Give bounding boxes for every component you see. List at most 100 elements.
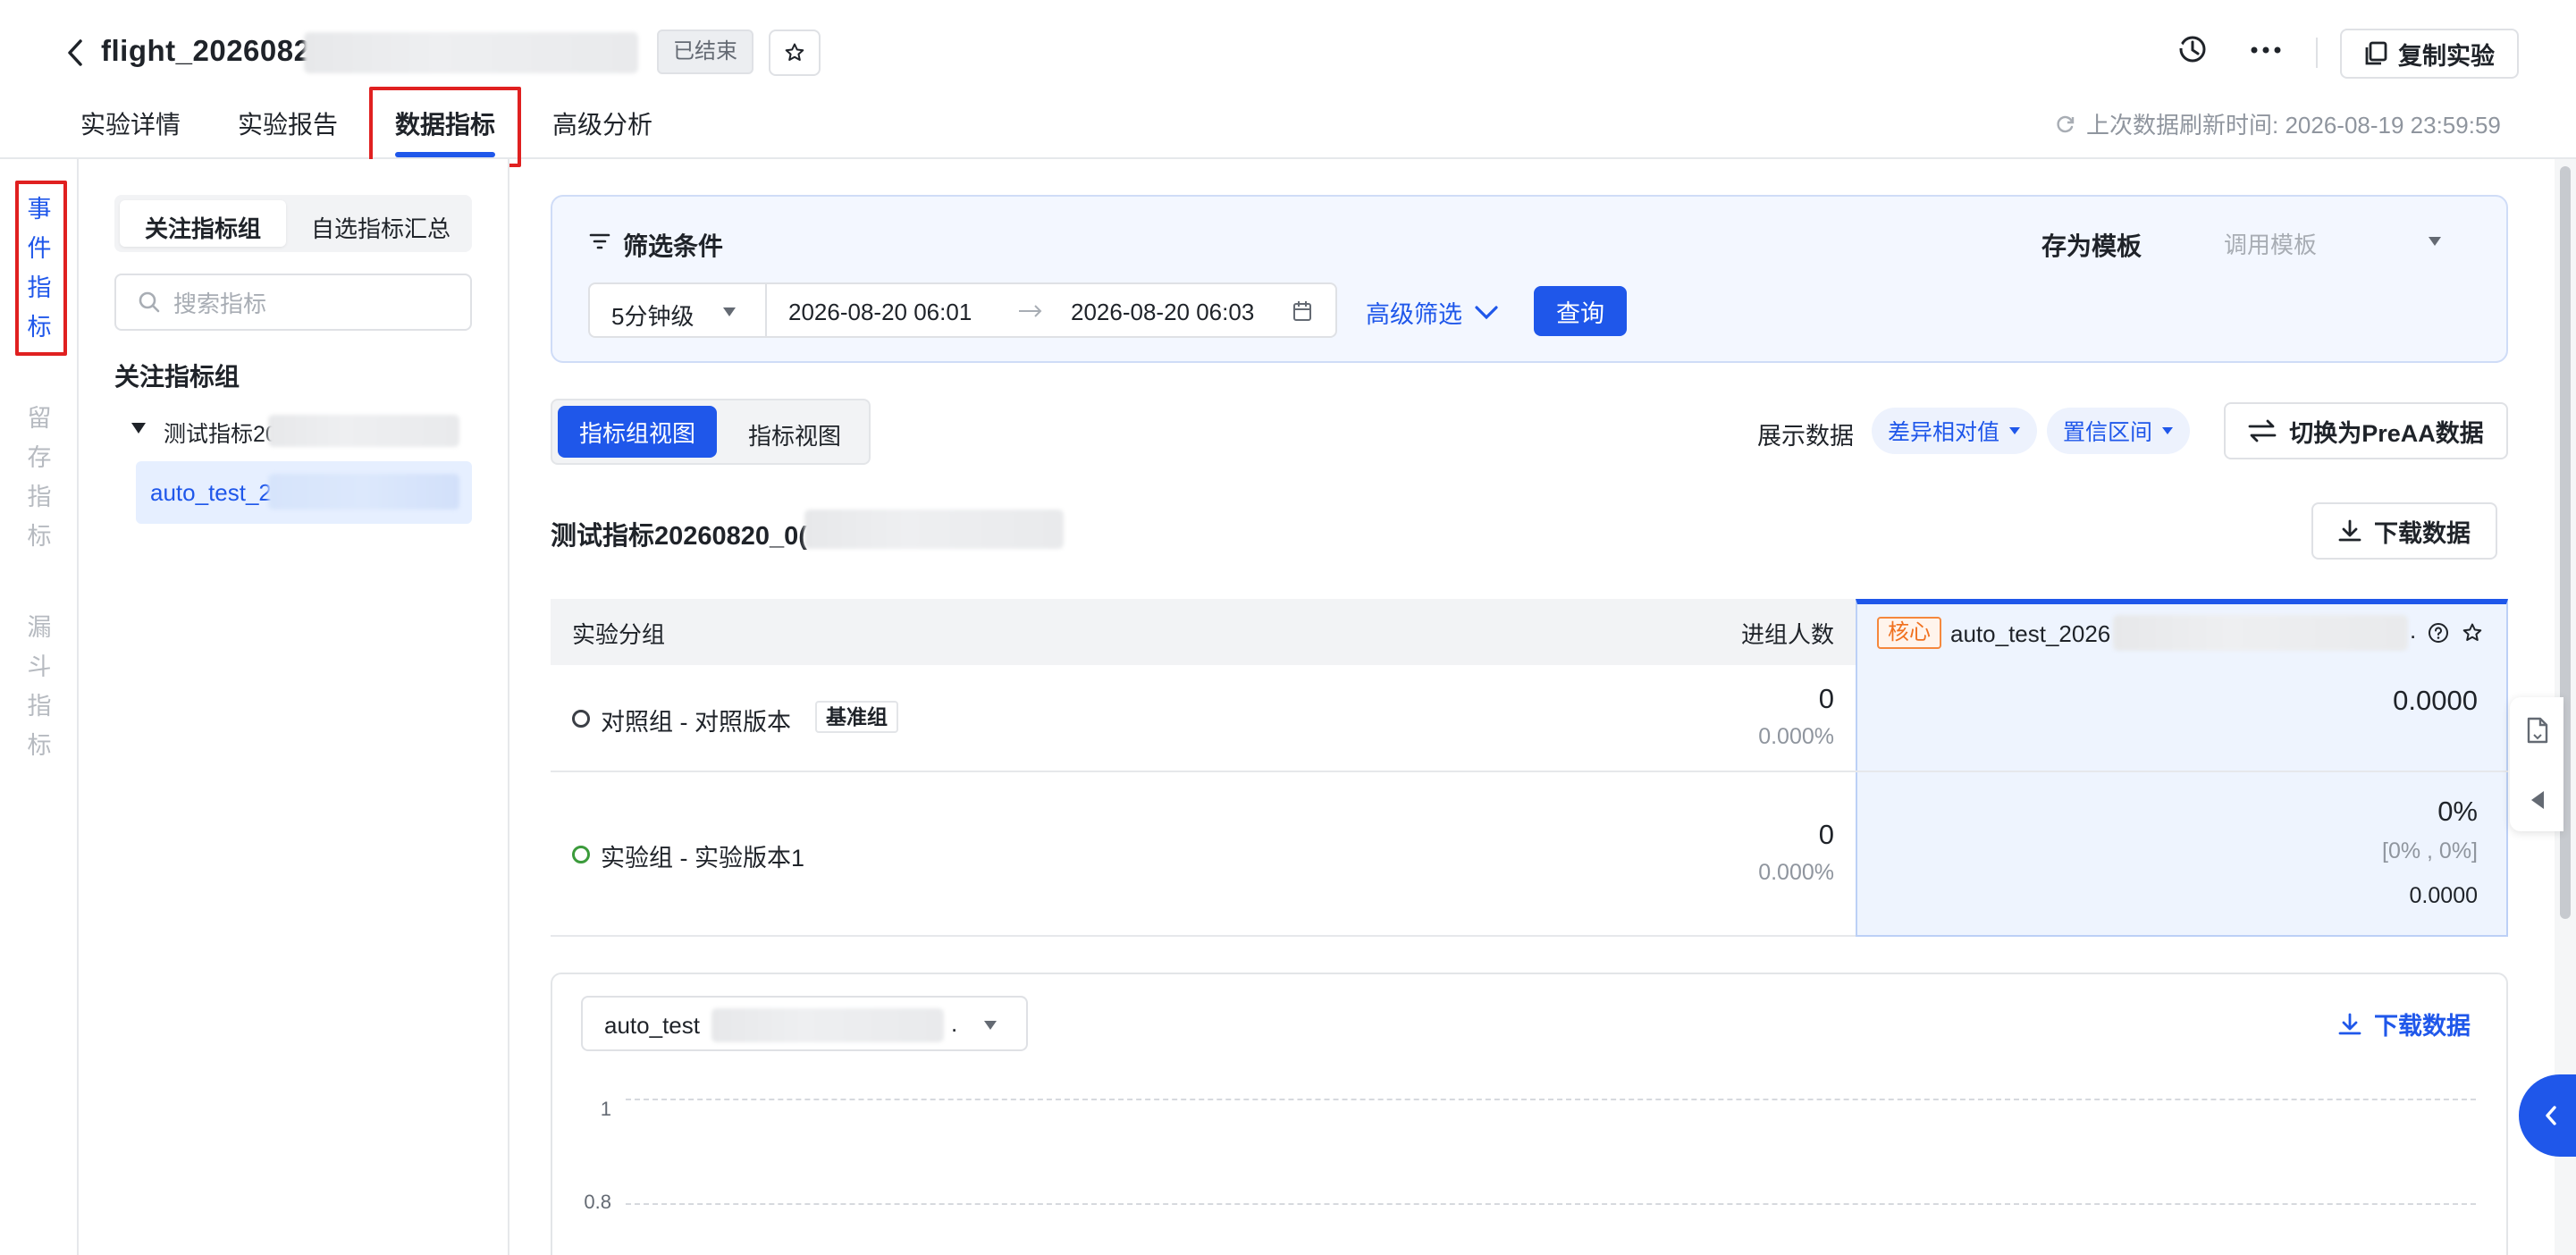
- search-placeholder: 搜索指标: [173, 290, 267, 317]
- y-tick-label: 1: [600, 1098, 611, 1120]
- star-icon[interactable]: [2462, 622, 2483, 644]
- core-metric-name: auto_test_2026: [1950, 620, 2111, 647]
- end-time: 2026-08-20 06:03: [1071, 299, 1255, 325]
- filter-icon: [589, 232, 610, 250]
- rail-char: 斗: [27, 653, 52, 680]
- refresh-text: 上次数据刷新时间: 2026-08-19 23:59:59: [2086, 112, 2501, 139]
- star-icon: [785, 43, 804, 61]
- row-group-name: 对照组 - 对照版本: [601, 709, 791, 736]
- rail-char: 漏: [27, 614, 52, 641]
- download-icon: [2338, 519, 2361, 542]
- row-group-name: 实验组 - 实验版本1: [601, 845, 805, 872]
- more-icon[interactable]: [2251, 46, 2281, 54]
- tree-item-label[interactable]: auto_test_2: [150, 479, 272, 507]
- redacted-title: [304, 32, 638, 73]
- rail-item-retention-metrics[interactable]: 留 存 指 标: [26, 399, 53, 556]
- tree-group-label[interactable]: 测试指标20: [164, 417, 278, 449]
- header-count: 进组人数: [1740, 621, 1834, 648]
- core-metric-name-tail: .: [2410, 617, 2417, 644]
- row-absolute-value: 0.0000: [2409, 883, 2478, 908]
- granularity-select[interactable]: 5分钟级: [588, 282, 767, 338]
- rail-item-funnel-metrics[interactable]: 漏 斗 指 标: [26, 608, 53, 765]
- display-option-label: 差异相对值: [1888, 420, 2000, 445]
- row-relative-diff: 0%: [2437, 796, 2478, 827]
- header-group: 实验分组: [572, 621, 666, 648]
- display-option-confidence[interactable]: 置信区间: [2047, 408, 2191, 454]
- copy-experiment-label: 复制实验: [2398, 42, 2495, 70]
- chart-metric-select[interactable]: auto_test .: [581, 996, 1028, 1051]
- tab-experiment-report[interactable]: 实验报告: [238, 105, 338, 141]
- tab-advanced-analysis[interactable]: 高级分析: [552, 105, 652, 141]
- baseline-tag: 基准组: [815, 701, 898, 733]
- experiment-title: flight_2026082: [101, 34, 311, 67]
- segment-custom-summary[interactable]: 自选指标汇总: [295, 211, 467, 244]
- chevron-left-icon: [2544, 1105, 2558, 1126]
- table-row-treatment: 实验组 - 实验版本1 0 0.000%: [551, 772, 1856, 935]
- chart-download-button[interactable]: 下载数据: [2338, 1007, 2471, 1041]
- save-template-button[interactable]: 存为模板: [2041, 227, 2142, 263]
- switch-preaa-button[interactable]: 切换为PreAA数据: [2224, 402, 2508, 459]
- query-button[interactable]: 查询: [1534, 286, 1627, 336]
- segment-followed-groups[interactable]: 关注指标组: [120, 211, 286, 244]
- filter-title: 筛选条件: [623, 232, 724, 260]
- caret-down-icon[interactable]: [130, 422, 147, 434]
- swap-icon: [2248, 419, 2277, 442]
- document-icon[interactable]: [2526, 717, 2549, 744]
- table-header: [551, 599, 1856, 665]
- metric-search-input[interactable]: 搜索指标: [114, 274, 472, 331]
- row-pct: 0.000%: [1758, 860, 1834, 885]
- metric-group-title: 测试指标20260820_0(: [551, 522, 807, 551]
- refresh-icon: [2057, 115, 2075, 132]
- toggle-metric-view[interactable]: 指标视图: [724, 418, 865, 451]
- display-option-label: 置信区间: [2063, 420, 2153, 445]
- template-select[interactable]: 调用模板: [2224, 227, 2442, 259]
- toggle-group-view[interactable]: 指标组视图: [558, 406, 717, 458]
- tab-experiment-detail[interactable]: 实验详情: [80, 105, 181, 141]
- display-data-label: 展示数据: [1757, 423, 1854, 450]
- chevron-down-icon: [984, 1021, 997, 1030]
- row-count: 0: [1818, 819, 1834, 850]
- rail-char: 指: [27, 693, 52, 720]
- rail-char: 标: [27, 732, 52, 759]
- row-count: 0: [1818, 683, 1834, 714]
- chart-metric-value: auto_test: [604, 1012, 700, 1039]
- date-range-picker[interactable]: 2026-08-20 06:01 2026-08-20 06:03: [765, 282, 1337, 338]
- display-option-relative-diff[interactable]: 差异相对值: [1872, 408, 2038, 454]
- arrow-right-icon: [1019, 305, 1042, 317]
- highlight-box-tab: [369, 87, 521, 167]
- chevron-down-icon: [1475, 305, 1498, 319]
- sidebar-section-title: 关注指标组: [114, 363, 240, 391]
- granularity-value: 5分钟级: [611, 303, 695, 330]
- copy-icon: [2365, 41, 2387, 65]
- redacted-chart-metric: [711, 1008, 944, 1042]
- redacted-core-metric: [2113, 615, 2408, 651]
- group-dot-icon: [572, 710, 590, 728]
- back-icon[interactable]: [63, 38, 89, 68]
- rail-char: 指: [27, 484, 52, 510]
- chevron-down-icon: [2009, 427, 2021, 434]
- download-data-button[interactable]: 下载数据: [2311, 502, 2497, 560]
- history-icon[interactable]: [2177, 34, 2208, 64]
- help-icon[interactable]: [2428, 622, 2449, 644]
- advanced-filter-toggle[interactable]: 高级筛选: [1366, 295, 1498, 330]
- calendar-icon: [1293, 301, 1311, 321]
- chevron-down-icon: [723, 307, 736, 316]
- row-pct: 0.000%: [1758, 724, 1834, 749]
- redacted-group-title: [804, 510, 1064, 549]
- switch-preaa-label: 切换为PreAA数据: [2289, 419, 2484, 447]
- table-row-control: 对照组 - 对照版本 基准组 0 0.000%: [551, 665, 1856, 771]
- chart-metric-tail: .: [951, 1010, 958, 1037]
- favorite-button[interactable]: [769, 29, 821, 76]
- chevron-down-icon: [2429, 237, 2441, 246]
- gridline: [626, 1203, 2476, 1205]
- copy-experiment-button[interactable]: 复制实验: [2340, 29, 2519, 79]
- core-tag: 核心: [1877, 617, 1941, 649]
- chart-download-label: 下载数据: [2374, 1013, 2471, 1040]
- group-dot-icon: [572, 846, 590, 863]
- collapse-left-icon[interactable]: [2530, 790, 2546, 810]
- last-refresh: 上次数据刷新时间: 2026-08-19 23:59:59: [2056, 107, 2501, 140]
- search-icon: [139, 291, 160, 313]
- gridline: [626, 1099, 2476, 1100]
- row-confidence-interval: [0% , 0%]: [2382, 838, 2478, 863]
- highlight-box-rail: [15, 181, 67, 356]
